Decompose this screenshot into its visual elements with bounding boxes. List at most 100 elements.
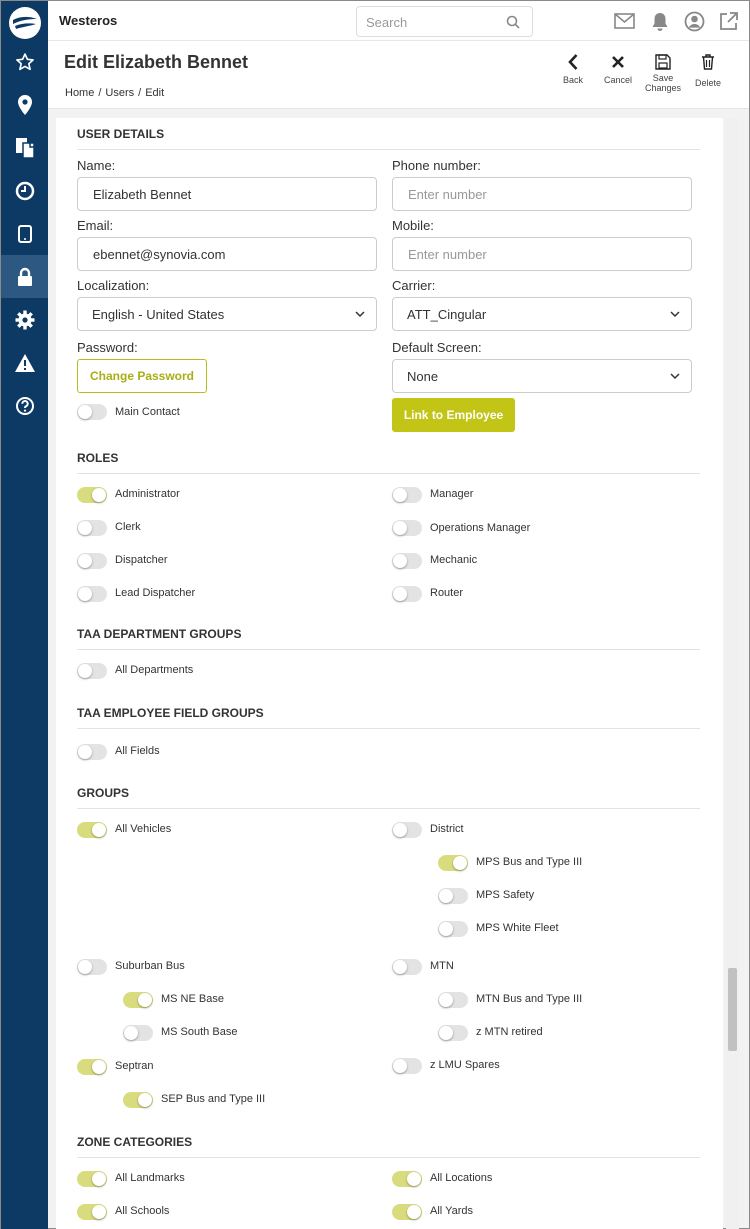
clock-icon [15,181,34,200]
save-icon [655,54,671,70]
carrier-label: Carrier: [392,278,436,293]
zone-label: All Landmarks [115,1172,185,1184]
star-icon [15,52,34,70]
taa-department-toggle[interactable] [77,663,107,679]
group-toggle-mps-white-fleet[interactable] [438,921,468,937]
sidebar-item-devices[interactable] [1,212,48,255]
email-field[interactable] [77,237,377,271]
breadcrumb-home[interactable]: Home [65,87,94,99]
group-toggle-all-vehicles[interactable] [77,822,107,838]
scrollbar-thumb[interactable] [728,968,737,1051]
help-icon [15,396,34,415]
zone-label: All Locations [430,1172,493,1184]
role-label: Dispatcher [115,554,168,566]
cancel-button[interactable]: Cancel [598,53,638,85]
save-label-line2: Changes [644,83,682,93]
zone-toggle-all-landmarks[interactable] [77,1171,107,1187]
localization-value: English - United States [92,307,225,322]
default-screen-label: Default Screen: [392,340,482,355]
carrier-select[interactable]: ATT_Cingular [392,297,692,331]
app-logo[interactable] [9,7,41,39]
external-link-icon[interactable] [718,11,739,32]
group-toggle-ms-south-base[interactable] [123,1025,153,1041]
group-label: District [430,823,464,835]
role-toggle-lead-dispatcher[interactable] [77,586,107,602]
sidebar-item-help[interactable] [1,384,48,427]
sidebar-item-documents[interactable] [1,126,48,169]
save-changes-button[interactable]: Save Changes [643,54,683,93]
role-toggle-clerk[interactable] [77,520,107,536]
group-toggle-mps-bus[interactable] [438,855,468,871]
user-icon[interactable] [684,11,705,32]
change-password-button[interactable]: Change Password [77,359,207,393]
role-toggle-mechanic[interactable] [392,553,422,569]
bell-icon[interactable] [651,12,669,32]
group-toggle-sep-bus[interactable] [123,1092,153,1108]
breadcrumb-current: Edit [145,87,165,99]
chevron-down-icon [670,311,680,318]
sidebar-item-security[interactable] [1,255,48,298]
breadcrumb-separator: / [138,87,142,99]
role-toggle-dispatcher[interactable] [77,553,107,569]
mobile-field[interactable] [392,237,692,271]
search-icon[interactable] [506,15,520,29]
group-toggle-mps-safety[interactable] [438,888,468,904]
section-zone-categories: ZONE CATEGORIES [77,1135,700,1158]
group-toggle-suburban-bus[interactable] [77,959,107,975]
default-screen-select[interactable]: None [392,359,692,393]
zone-toggle-all-yards[interactable] [392,1204,422,1220]
group-label: All Vehicles [115,823,172,835]
gear-icon [15,310,34,329]
main-contact-toggle[interactable] [77,404,107,420]
back-label: Back [562,75,583,85]
section-user-details: USER DETAILS [77,127,700,150]
delete-button[interactable]: Delete [688,54,728,88]
group-label: MTN [430,960,454,972]
group-toggle-mtn-bus[interactable] [438,992,468,1008]
group-toggle-z-mtn-retired[interactable] [438,1025,468,1041]
group-toggle-ms-ne-base[interactable] [123,992,153,1008]
taa-field-label: All Fields [115,745,160,757]
group-label: z MTN retired [476,1026,543,1038]
taa-field-toggle[interactable] [77,744,107,760]
role-toggle-manager[interactable] [392,487,422,503]
mail-icon[interactable] [614,13,635,29]
delete-label: Delete [694,78,721,88]
group-label: MPS Safety [476,889,535,901]
link-to-employee-button[interactable]: Link to Employee [392,398,515,432]
phone-field[interactable] [392,177,692,211]
role-label: Operations Manager [430,522,531,534]
group-toggle-mtn[interactable] [392,959,422,975]
group-toggle-district[interactable] [392,822,422,838]
top-bar: Westeros [48,1,749,41]
sidebar-item-settings[interactable] [1,298,48,341]
zone-toggle-all-locations[interactable] [392,1171,422,1187]
localization-select[interactable]: English - United States [77,297,377,331]
sidebar-item-favorites[interactable] [1,40,48,83]
sidebar-item-alerts[interactable] [1,341,48,384]
zone-label: All Schools [115,1205,170,1217]
sidebar-item-history[interactable] [1,169,48,212]
lock-icon [17,267,32,286]
default-screen-value: None [407,369,439,384]
sidebar [1,1,48,1229]
back-button[interactable]: Back [553,53,593,85]
name-field[interactable] [77,177,377,211]
group-toggle-z-lmu-spares[interactable] [392,1058,422,1074]
scrollbar[interactable] [726,118,739,1229]
role-toggle-operations-manager[interactable] [392,520,422,536]
search-input[interactable] [366,13,501,31]
zone-toggle-all-schools[interactable] [77,1204,107,1220]
role-toggle-router[interactable] [392,586,422,602]
group-label: MS NE Base [161,993,224,1005]
search-box[interactable] [356,6,533,37]
mobile-label: Mobile: [392,218,434,233]
breadcrumb-users[interactable]: Users [105,87,134,99]
sidebar-item-map[interactable] [1,83,48,126]
role-toggle-administrator[interactable] [77,487,107,503]
group-toggle-septran[interactable] [77,1059,107,1075]
page-title: Edit Elizabeth Bennet [64,52,249,72]
email-label: Email: [77,218,114,233]
role-label: Mechanic [430,554,478,566]
tablet-icon [17,224,32,243]
